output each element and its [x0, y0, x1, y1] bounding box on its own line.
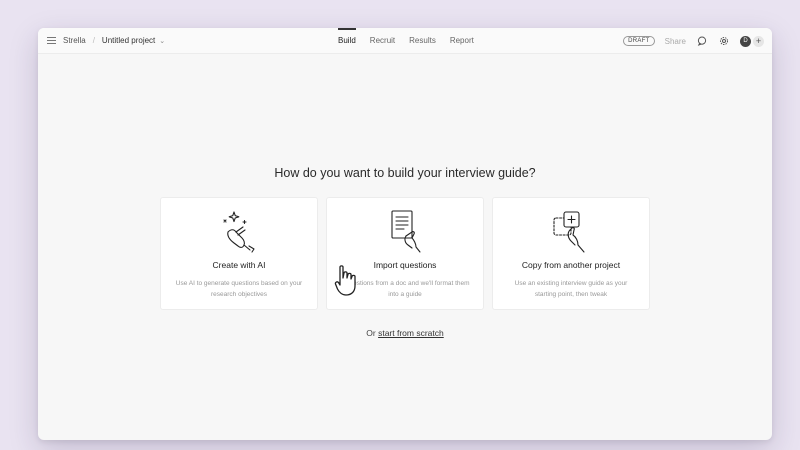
sparkle-hand-icon: [223, 211, 255, 253]
tab-bar: Build Recruit Results Report: [338, 28, 474, 54]
tab-recruit[interactable]: Recruit: [370, 28, 395, 54]
header-left: Strella / Untitled project ⌄: [38, 36, 165, 45]
menu-icon[interactable]: [47, 37, 56, 44]
footer-prefix: Or: [366, 328, 376, 338]
app-window: Strella / Untitled project ⌄ Build Recru…: [38, 28, 772, 440]
status-badge: DRAFT: [623, 36, 655, 46]
top-bar: Strella / Untitled project ⌄ Build Recru…: [38, 28, 772, 54]
card-copy-from-project[interactable]: Copy from another project Use an existin…: [492, 197, 650, 310]
tab-results[interactable]: Results: [409, 28, 436, 54]
collaborators: D +: [740, 35, 764, 47]
breadcrumb-separator: /: [92, 36, 95, 45]
card-title: Create with AI: [212, 260, 266, 270]
document-hand-icon: [391, 210, 421, 253]
card-title: Copy from another project: [521, 260, 621, 270]
page-question: How do you want to build your interview …: [274, 166, 536, 180]
hand-cursor-icon: [334, 265, 356, 296]
project-name-dropdown[interactable]: Untitled project ⌄: [102, 36, 165, 45]
chevron-down-icon: ⌄: [159, 37, 166, 45]
tab-report[interactable]: Report: [450, 28, 474, 54]
share-button[interactable]: Share: [665, 37, 686, 46]
comment-icon[interactable]: [696, 35, 708, 47]
brand-name[interactable]: Strella: [63, 36, 86, 45]
tab-build[interactable]: Build: [338, 28, 356, 54]
card-description: Use an existing interview guide as your …: [514, 280, 628, 298]
card-create-with-ai[interactable]: Create with AI Use AI to generate questi…: [160, 197, 318, 310]
add-member-button[interactable]: +: [753, 35, 764, 47]
start-from-scratch-link[interactable]: start from scratch: [378, 328, 444, 338]
gear-icon[interactable]: [718, 35, 730, 47]
option-cards: Create with AI Use AI to generate questi…: [160, 197, 650, 310]
header-right: DRAFT Share D +: [623, 28, 764, 54]
avatar[interactable]: D: [740, 35, 751, 47]
project-name: Untitled project: [101, 36, 156, 45]
start-from-scratch-line: Or start from scratch: [38, 328, 772, 338]
copy-hand-icon: [553, 211, 585, 253]
card-description: Use AI to generate questions based on yo…: [175, 280, 303, 298]
